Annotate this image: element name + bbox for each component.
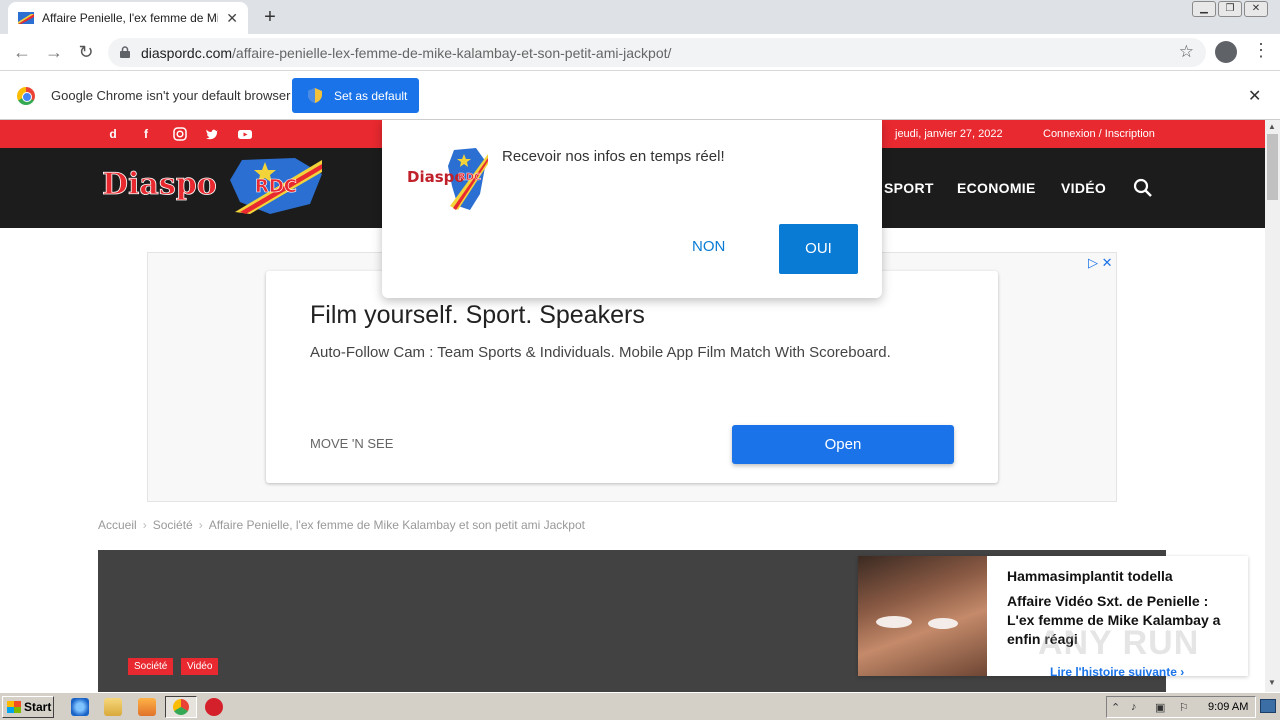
windows-logo-icon [7, 701, 21, 713]
svg-text:RDC: RDC [458, 172, 481, 183]
next-story-title-top[interactable]: Hammasimplantit todella [1007, 568, 1173, 584]
start-label: Start [24, 700, 52, 714]
close-window-icon[interactable]: ✕ [1244, 1, 1268, 17]
breadcrumb-home[interactable]: Accueil [98, 518, 137, 532]
search-icon[interactable] [1133, 178, 1153, 198]
category-tag-video[interactable]: Vidéo [181, 658, 219, 675]
thumbnail-detail [876, 616, 912, 628]
chrome-taskbar-button[interactable] [165, 696, 197, 718]
show-desktop-icon[interactable] [1260, 699, 1276, 713]
login-link[interactable]: Connexion / Inscription [1043, 128, 1155, 140]
breadcrumb-separator: › [198, 518, 203, 532]
network-icon[interactable]: ▣ [1155, 701, 1165, 714]
address-bar[interactable]: diaspordc.com/affaire-penielle-lex-femme… [108, 38, 1206, 67]
ad-brand: MOVE 'N SEE [310, 436, 394, 451]
antivirus-icon[interactable] [205, 698, 223, 716]
profile-avatar-icon[interactable] [1215, 41, 1237, 63]
tab-strip: Affaire Penielle, l'ex femme de Mike K ✕… [0, 0, 1280, 34]
current-date: jeudi, janvier 27, 2022 [895, 128, 1003, 140]
ad-headline[interactable]: Film yourself. Sport. Speakers [310, 301, 645, 330]
browser-tab[interactable]: Affaire Penielle, l'ex femme de Mike K ✕ [8, 2, 248, 34]
watermark-logo: ANY RUN [1038, 624, 1200, 662]
url-text: diaspordc.com/affaire-penielle-lex-femme… [141, 45, 671, 61]
default-browser-infobar: Google Chrome isn't your default browser… [0, 72, 1280, 120]
next-story-link[interactable]: Lire l'histoire suivante › [1050, 665, 1184, 679]
scrollbar-thumb[interactable] [1267, 134, 1278, 200]
ad-description: Auto-Follow Cam : Team Sports & Individu… [310, 344, 891, 361]
nav-item-sport[interactable]: SPORT [884, 180, 934, 196]
push-decline-button[interactable]: NON [692, 238, 725, 255]
push-message: Recevoir nos infos en temps réel! [502, 148, 725, 165]
breadcrumb-separator: › [142, 518, 147, 532]
window-controls: ▁ ❐ ✕ [1192, 1, 1268, 17]
svg-text:Diaspo: Diaspo [102, 167, 217, 202]
ad-card[interactable]: Film yourself. Sport. Speakers Auto-Foll… [266, 271, 998, 483]
set-as-default-label: Set as default [334, 88, 408, 103]
svg-text:RDC: RDC [255, 176, 297, 197]
category-tag-societe[interactable]: Société [128, 658, 174, 675]
reload-icon[interactable]: ↻ [74, 41, 98, 65]
minimize-icon[interactable]: ▁ [1192, 1, 1216, 17]
push-logo: Diaspo RDC [407, 148, 488, 210]
chrome-icon [173, 699, 189, 715]
site-favicon-icon [18, 12, 34, 24]
scroll-up-icon[interactable]: ▲ [1268, 122, 1276, 131]
new-tab-button[interactable]: + [258, 6, 282, 28]
tab-close-icon[interactable]: ✕ [226, 10, 238, 27]
site-logo[interactable]: Diaspo RDC [100, 154, 325, 216]
push-accept-button[interactable]: OUI [779, 224, 858, 274]
folder-icon[interactable] [104, 698, 122, 716]
set-as-default-button[interactable]: Set as default [292, 78, 419, 113]
url-path: /affaire-penielle-lex-femme-de-mike-kala… [232, 45, 672, 61]
start-button[interactable]: Start [2, 696, 54, 718]
url-domain: diaspordc.com [141, 45, 233, 61]
chrome-logo-icon [17, 87, 35, 105]
ad-open-button[interactable]: Open [732, 425, 954, 464]
internet-explorer-icon[interactable] [71, 698, 89, 716]
page-scrollbar[interactable]: ▲ ▼ [1265, 120, 1280, 692]
infobar-message: Google Chrome isn't your default browser [51, 88, 291, 103]
push-notification-modal: Diaspo RDC Recevoir nos infos en temps r… [382, 120, 882, 298]
system-tray: ⌃ ♪ ▣ ⚐ 9:09 AM [1106, 696, 1256, 718]
shield-icon [308, 88, 322, 103]
flag-icon[interactable]: ⚐ [1179, 701, 1189, 714]
breadcrumb: Accueil › Société › Affaire Penielle, l'ex f… [98, 518, 585, 532]
back-icon[interactable]: ← [10, 41, 34, 65]
bookmark-star-icon[interactable]: ☆ [1179, 42, 1194, 62]
tray-expand-icon[interactable]: ⌃ [1111, 701, 1120, 714]
facebook-icon[interactable]: f [139, 127, 153, 141]
nav-item-video[interactable]: VIDÉO [1061, 180, 1106, 196]
lock-icon [120, 46, 130, 58]
nav-item-economie[interactable]: ECONOMIE [957, 180, 1036, 196]
windows-taskbar: Start ⌃ ♪ ▣ ⚐ 9:09 AM [0, 692, 1280, 720]
scroll-down-icon[interactable]: ▼ [1268, 678, 1276, 687]
page-viewport: d f jeudi, janvier 27, 2022 Connexion / … [0, 120, 1265, 692]
instagram-icon[interactable] [173, 127, 187, 141]
next-story-popup[interactable]: Hammasimplantit todella Affaire Vidéo Sx… [858, 556, 1248, 679]
media-player-icon[interactable] [138, 698, 156, 716]
youtube-icon[interactable] [238, 127, 252, 141]
forward-icon[interactable]: → [42, 41, 66, 65]
menu-dots-icon[interactable]: ⋮ [1252, 40, 1270, 61]
taskbar-clock: 9:09 AM [1208, 701, 1249, 713]
dailymotion-icon[interactable]: d [106, 127, 120, 141]
twitter-icon[interactable] [205, 127, 219, 141]
infobar-close-icon[interactable]: ✕ [1248, 86, 1261, 106]
tab-title: Affaire Penielle, l'ex femme de Mike K [42, 11, 218, 25]
thumbnail-detail [928, 618, 958, 629]
breadcrumb-current: Affaire Penielle, l'ex femme de Mike Kal… [208, 518, 585, 532]
browser-toolbar: ← → ↻ diaspordc.com/affaire-penielle-lex… [0, 34, 1280, 71]
volume-icon[interactable]: ♪ [1131, 701, 1137, 713]
adchoices-icon[interactable]: ▷ ✕ [1088, 255, 1113, 271]
breadcrumb-section[interactable]: Société [153, 518, 193, 532]
next-story-thumbnail[interactable] [858, 556, 987, 676]
svg-text:Diaspo: Diaspo [407, 168, 465, 186]
restore-icon[interactable]: ❐ [1218, 1, 1242, 17]
